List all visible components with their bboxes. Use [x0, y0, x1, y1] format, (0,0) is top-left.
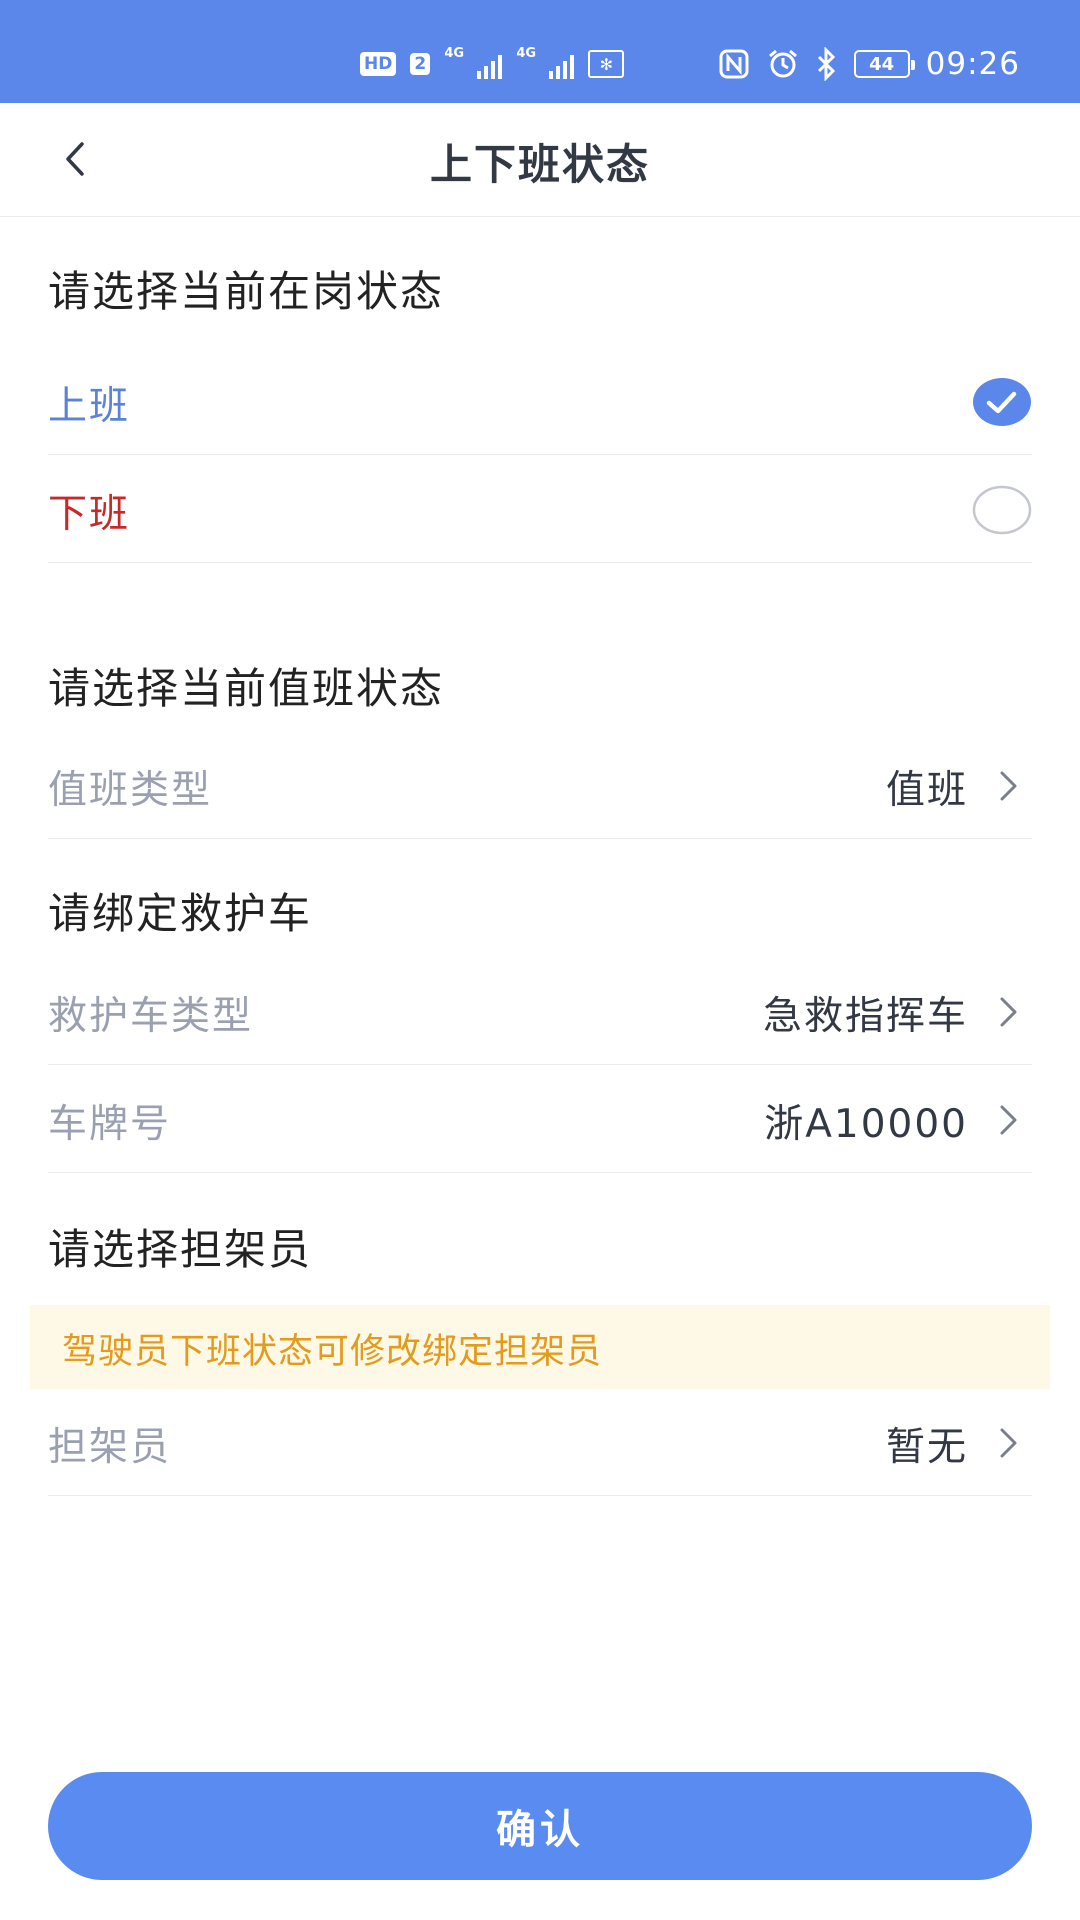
option-label: 上班	[48, 384, 131, 429]
on-duty-section-title: 请选择当前在岗状态	[48, 267, 445, 316]
nav-bar: 上下班状态	[0, 103, 1080, 217]
option-label: 下班	[48, 492, 131, 537]
battery-icon: 44	[853, 50, 915, 78]
chevron-right-icon	[1000, 1105, 1017, 1135]
alarm-icon	[768, 49, 797, 78]
page-title: 上下班状态	[429, 140, 650, 189]
status-time: 09:26	[925, 46, 1020, 82]
app-notification-icon: ✻	[588, 50, 625, 78]
status-right-icons: 44 09:26	[718, 46, 1020, 82]
option-off-duty[interactable]: 下班	[48, 455, 1032, 563]
ambulance-type-row[interactable]: 救护车类型 急救指挥车	[48, 957, 1032, 1065]
plate-number-value: 浙A10000	[764, 1102, 968, 1147]
option-on-duty[interactable]: 上班	[48, 347, 1032, 455]
signal-label: 4G	[444, 46, 465, 61]
chevron-right-icon	[1000, 997, 1017, 1027]
shift-type-row[interactable]: 值班类型 值班	[48, 731, 1032, 839]
sim-number-icon: 2	[410, 53, 431, 75]
status-left-icons: HD 2 4G 4G ✻	[360, 46, 625, 82]
bluetooth-icon	[817, 47, 835, 81]
stretcher-section-title: 请选择担架员	[48, 1225, 313, 1274]
hd-voice-icon: HD	[360, 52, 397, 76]
plate-number-label: 车牌号	[48, 1102, 172, 1147]
ambulance-type-value: 急救指挥车	[762, 994, 968, 1039]
signal-label: 4G	[516, 46, 537, 61]
signal-icon: 4G	[444, 46, 503, 79]
radio-unchecked-icon[interactable]	[972, 485, 1032, 535]
ambulance-section-title: 请绑定救护车	[48, 889, 313, 938]
chevron-right-icon	[1000, 1428, 1017, 1458]
stretcher-bearer-value: 暂无	[885, 1425, 968, 1470]
shift-type-value: 值班	[885, 768, 968, 813]
stretcher-bearer-label: 担架员	[48, 1425, 172, 1470]
ambulance-type-label: 救护车类型	[48, 994, 254, 1039]
notice-text: 驾驶员下班状态可修改绑定担架员	[62, 1332, 603, 1372]
status-bar: HD 2 4G 4G ✻ 44 09:26	[0, 0, 1080, 103]
stretcher-bearer-row[interactable]: 担架员 暂无	[48, 1388, 1032, 1496]
confirm-button-label: 确认	[496, 1808, 584, 1852]
shift-type-label: 值班类型	[48, 768, 213, 813]
plate-number-row[interactable]: 车牌号 浙A10000	[48, 1065, 1032, 1173]
shift-section-title: 请选择当前值班状态	[48, 664, 445, 713]
notice-banner: 驾驶员下班状态可修改绑定担架员	[30, 1305, 1050, 1389]
chevron-right-icon	[1000, 771, 1017, 801]
confirm-button[interactable]: 确认	[48, 1772, 1032, 1880]
battery-level: 44	[869, 53, 895, 75]
radio-checked-icon[interactable]	[972, 377, 1032, 427]
signal-icon: 4G	[516, 46, 575, 79]
nfc-icon	[719, 49, 749, 79]
